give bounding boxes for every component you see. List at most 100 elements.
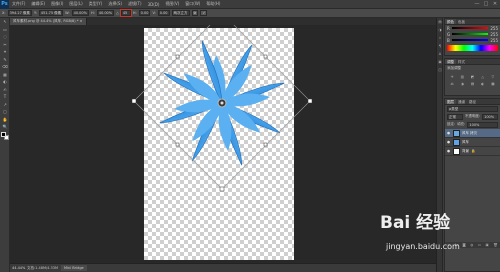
gradient-tool-icon[interactable]: ▦ bbox=[0, 71, 10, 79]
menu-image[interactable]: 图像(I) bbox=[48, 1, 66, 7]
channel-value[interactable]: 255 bbox=[490, 38, 498, 43]
menu-filter[interactable]: 滤镜(T) bbox=[125, 1, 145, 7]
crop-tool-icon[interactable]: ✂ bbox=[0, 41, 10, 49]
shape-tool-icon[interactable]: ▢ bbox=[0, 108, 10, 116]
marquee-tool-icon[interactable]: ▭ bbox=[0, 26, 10, 34]
channel-slider-b[interactable] bbox=[451, 39, 489, 41]
invert-icon[interactable]: ◐ bbox=[479, 82, 487, 87]
layer-row[interactable]: ● 风车 拷贝 bbox=[445, 129, 500, 138]
menu-window[interactable]: 窗口(W) bbox=[182, 1, 203, 7]
eyedropper-tool-icon[interactable]: ⌖ bbox=[0, 48, 10, 56]
h-skew-label: H: bbox=[132, 11, 137, 15]
menu-file[interactable]: 文件(F) bbox=[9, 1, 28, 7]
new-layer-icon[interactable]: ▣ bbox=[486, 243, 489, 247]
transform-handle-left[interactable] bbox=[131, 98, 137, 104]
document-info[interactable]: 文档:1.48M/4.33M bbox=[27, 266, 58, 271]
height-field[interactable]: 40.00% bbox=[96, 10, 115, 16]
color-spectrum[interactable] bbox=[447, 45, 498, 51]
visibility-eye-icon[interactable]: ● bbox=[447, 140, 451, 144]
zoom-tool-icon[interactable]: 🔍 bbox=[0, 123, 10, 131]
history-icon[interactable]: ▤ bbox=[437, 18, 443, 26]
menu-select[interactable]: 选择(S) bbox=[105, 1, 125, 7]
dodge-tool-icon[interactable]: ◐ bbox=[0, 78, 10, 86]
brightness-icon[interactable]: ☀ bbox=[448, 75, 456, 80]
type-tool-icon[interactable]: T bbox=[0, 93, 10, 101]
actions-icon[interactable]: ◫ bbox=[437, 66, 443, 74]
opacity-field[interactable]: 100% bbox=[482, 114, 498, 120]
document-tab[interactable]: 风车素材.png @ 44.4% (风车, RGB/8) * × bbox=[10, 18, 87, 25]
transform-handle-upper-right[interactable] bbox=[263, 54, 268, 59]
channel-value[interactable]: 255 bbox=[490, 32, 498, 37]
exposure-icon[interactable]: △ bbox=[479, 75, 487, 80]
tab-channels[interactable]: 通道 bbox=[456, 99, 467, 104]
h-skew-field[interactable]: 0.00 bbox=[138, 10, 151, 16]
channel-value[interactable]: 255 bbox=[490, 26, 498, 31]
cancel-transform-button[interactable]: ⊘ bbox=[191, 10, 199, 16]
interpolation-select[interactable]: 两次立方 bbox=[171, 10, 190, 16]
channel-slider-g[interactable] bbox=[452, 33, 489, 35]
transform-handle-lower-right[interactable] bbox=[263, 142, 268, 147]
character-icon[interactable]: A bbox=[437, 50, 443, 58]
v-skew-field[interactable]: 0.00 bbox=[157, 10, 170, 16]
width-field[interactable]: 40.00% bbox=[71, 10, 89, 16]
layer-thumbnail bbox=[453, 138, 460, 146]
commit-transform-button[interactable]: ✓ bbox=[200, 10, 208, 16]
layer-row[interactable]: ● 风车 bbox=[445, 138, 500, 147]
menu-help[interactable]: 帮助(H) bbox=[203, 1, 223, 7]
hand-tool-icon[interactable]: ✋ bbox=[0, 116, 10, 124]
tab-layers[interactable]: 图层 bbox=[445, 99, 456, 104]
zoom-level[interactable]: 44.44% bbox=[12, 266, 25, 270]
mini-bridge-tab[interactable]: Mini Bridge bbox=[60, 265, 87, 271]
color-swatches[interactable] bbox=[0, 131, 10, 143]
x-field[interactable]: 394.27 像素 bbox=[7, 10, 32, 16]
rotation-angle-field[interactable]: 45 bbox=[119, 9, 132, 17]
tab-color[interactable]: 颜色 bbox=[445, 19, 456, 24]
tab-paths[interactable]: 路径 bbox=[467, 99, 478, 104]
menu-3d[interactable]: 3D(D) bbox=[145, 2, 163, 7]
visibility-eye-icon[interactable]: ● bbox=[447, 131, 451, 135]
transform-handle-right[interactable] bbox=[307, 98, 313, 104]
menu-layer[interactable]: 图层(L) bbox=[66, 1, 85, 7]
black-white-icon[interactable]: ◑ bbox=[458, 82, 466, 87]
minimize-icon[interactable]: — bbox=[474, 1, 480, 7]
transform-handle-bottom[interactable] bbox=[219, 186, 225, 192]
pen-tool-icon[interactable]: ✍ bbox=[0, 86, 10, 94]
fill-field[interactable]: 100% bbox=[467, 122, 498, 128]
navigator-icon[interactable]: ▣ bbox=[437, 58, 443, 66]
tab-adjustments[interactable]: 调整 bbox=[445, 59, 456, 64]
brush-tool-icon[interactable]: ✎ bbox=[0, 56, 10, 64]
canvas-workspace[interactable] bbox=[10, 25, 436, 263]
move-tool-icon[interactable]: ↖ bbox=[0, 18, 10, 26]
gradient-map-icon[interactable]: ▦ bbox=[489, 82, 497, 87]
channel-slider-r[interactable] bbox=[451, 27, 489, 29]
layer-row[interactable]: ● 背景 🔒 bbox=[445, 147, 500, 156]
visibility-eye-icon[interactable]: ● bbox=[447, 149, 451, 153]
transform-handle-lower-left[interactable] bbox=[175, 142, 180, 147]
path-select-tool-icon[interactable]: ↗ bbox=[0, 101, 10, 109]
tab-swatches[interactable]: 色板 bbox=[456, 19, 467, 24]
vibrance-icon[interactable]: ▽ bbox=[489, 75, 497, 80]
levels-icon[interactable]: ▥ bbox=[458, 75, 466, 80]
close-tab-icon[interactable]: × bbox=[80, 19, 83, 23]
menu-edit[interactable]: 编辑(E) bbox=[28, 1, 48, 7]
paragraph-icon[interactable]: ¶ bbox=[437, 42, 443, 50]
transform-overlay[interactable] bbox=[10, 25, 436, 263]
menu-view[interactable]: 视图(V) bbox=[162, 1, 182, 7]
y-field[interactable]: 451.75 像素 bbox=[38, 10, 64, 16]
maximize-icon[interactable]: □ bbox=[483, 1, 489, 7]
channel-mixer-icon[interactable]: ▤ bbox=[468, 82, 476, 87]
transform-handle-upper-left[interactable] bbox=[175, 54, 180, 59]
layer-kind-filter[interactable]: ρ类型 bbox=[447, 106, 498, 112]
menu-type[interactable]: 类型(Y) bbox=[86, 1, 106, 7]
lasso-tool-icon[interactable]: ◌ bbox=[0, 33, 10, 41]
trash-icon[interactable]: 🗑 bbox=[493, 243, 497, 247]
properties-icon[interactable]: ◑ bbox=[437, 26, 443, 34]
foreground-color-swatch[interactable] bbox=[1, 131, 6, 137]
grid-icon[interactable]: ⌗ bbox=[437, 34, 443, 42]
close-icon[interactable]: ✕ bbox=[492, 1, 498, 7]
curves-icon[interactable]: ◩ bbox=[468, 75, 476, 80]
blend-mode-select[interactable]: 正常 bbox=[447, 114, 463, 120]
color-balance-icon[interactable]: ⚖ bbox=[448, 82, 456, 87]
eraser-tool-icon[interactable]: ⌫ bbox=[0, 63, 10, 71]
tab-styles[interactable]: 样式 bbox=[456, 59, 467, 64]
